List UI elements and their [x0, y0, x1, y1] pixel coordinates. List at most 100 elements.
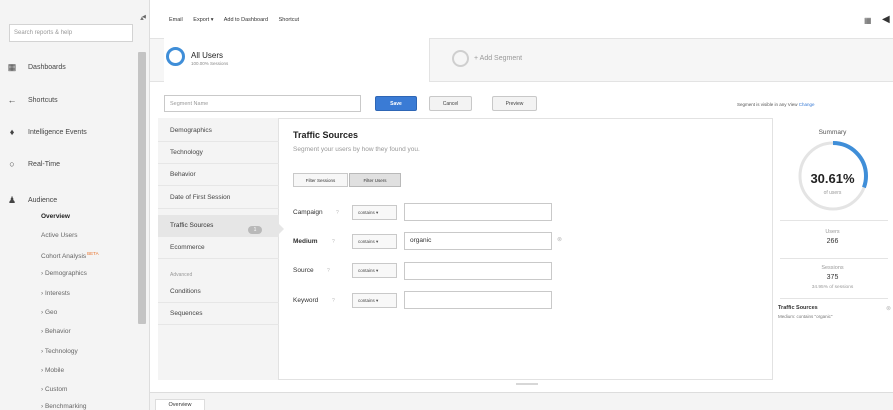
segment-title: All Users: [191, 51, 224, 60]
operator-value: contains: [358, 298, 375, 303]
sidebar-subitem-mobile[interactable]: › Mobile: [41, 367, 64, 374]
campaign-label: Campaign: [293, 209, 323, 216]
sidebar-subitem-demographics[interactable]: › Demographics: [41, 270, 87, 277]
sidebar-item-dashboards[interactable]: ▦ Dashboards: [6, 60, 66, 74]
cancel-button[interactable]: Cancel: [429, 96, 472, 111]
add-to-dashboard-link[interactable]: Add to Dashboard: [224, 17, 268, 23]
divider: [780, 298, 888, 299]
search-input[interactable]: Search reports & help: [9, 24, 133, 42]
beta-badge: BETA: [87, 251, 99, 256]
condition-count-badge: 1: [248, 226, 262, 234]
divider: [780, 220, 888, 221]
segment-subtitle: 100.00% Sessions: [191, 61, 229, 66]
view-grid-icon[interactable]: ▦: [864, 16, 872, 25]
sidebar-subitem-cohort-analysis[interactable]: Cohort AnalysisBETA: [41, 251, 99, 260]
operator-value: contains: [358, 210, 375, 215]
keyword-label: Keyword: [293, 297, 319, 304]
sidebar-subitem-custom[interactable]: › Custom: [41, 386, 67, 393]
save-button[interactable]: Save: [375, 96, 417, 111]
summary-of-label: of users: [823, 190, 842, 196]
add-segment-button[interactable]: + Add Segment: [474, 55, 522, 62]
medium-operator-select[interactable]: contains ▾: [352, 234, 397, 249]
divider: [780, 258, 888, 259]
edit-condition-icon[interactable]: ⊗: [886, 305, 891, 312]
sidebar-subitem-benchmarking[interactable]: › Benchmarking: [41, 403, 87, 410]
sidebar-subitem-overview[interactable]: Overview: [41, 213, 70, 220]
filter-users-tab[interactable]: Filter Users: [349, 173, 401, 187]
summary-condition-desc: Medium: contains "organic": [778, 314, 833, 319]
summary-condition-title: Traffic Sources: [778, 305, 818, 311]
grid-icon: ▦: [7, 61, 17, 72]
source-label: Source: [293, 267, 314, 274]
tab-overview[interactable]: Overview: [155, 399, 205, 410]
analytics-app: Search reports & help ▲ ▦ Dashboards ← S…: [0, 0, 893, 410]
sessions-label: Sessions: [821, 265, 844, 271]
sidebar-subitem-technology[interactable]: › Technology: [41, 348, 78, 355]
section-subtitle: Segment your users by how they found you…: [293, 146, 420, 153]
users-label: Users: [825, 229, 840, 235]
export-link[interactable]: Export ▾: [193, 17, 213, 23]
source-operator-select[interactable]: contains ▾: [352, 263, 397, 278]
segment-ring-icon: [166, 47, 185, 66]
sidebar-subitem-label: Cohort Analysis: [41, 253, 87, 261]
operator-value: contains: [358, 239, 375, 244]
category-technology[interactable]: Technology: [158, 142, 279, 164]
sessions-value: 375: [826, 274, 839, 281]
users-value: 266: [826, 238, 839, 245]
shortcut-link[interactable]: Shortcut: [279, 17, 299, 23]
summary-percent: 30.61%: [810, 171, 855, 186]
change-link[interactable]: Change: [799, 102, 815, 107]
campaign-input[interactable]: [404, 203, 552, 221]
add-segment-ring-icon[interactable]: [452, 50, 469, 67]
filter-sessions-tab[interactable]: Filter Sessions: [293, 173, 348, 187]
category-sequences[interactable]: Sequences: [158, 303, 279, 325]
sidebar-item-shortcuts[interactable]: ← Shortcuts: [6, 93, 58, 107]
source-input[interactable]: [404, 262, 552, 280]
campaign-operator-select[interactable]: contains ▾: [352, 205, 397, 220]
clock-icon: ○: [9, 159, 15, 169]
sidebar-subitem-behavior[interactable]: › Behavior: [41, 328, 71, 335]
active-category-pointer: [277, 222, 284, 236]
share-icon[interactable]: ◀: [882, 14, 890, 25]
sidebar-subitem-active-users[interactable]: Active Users: [41, 232, 77, 239]
operator-value: contains: [358, 268, 375, 273]
keyword-operator-select[interactable]: contains ▾: [352, 293, 397, 308]
resize-handle[interactable]: [516, 383, 538, 385]
category-traffic-sources[interactable]: Traffic Sources: [158, 215, 279, 237]
help-icon[interactable]: ?: [327, 268, 330, 274]
preview-button[interactable]: Preview: [492, 96, 537, 111]
category-ecommerce[interactable]: Ecommerce: [158, 237, 279, 259]
sidebar-item-label: Real-Time: [28, 160, 61, 168]
keyword-input[interactable]: [404, 291, 552, 309]
sidebar-subitem-geo[interactable]: › Geo: [41, 309, 57, 316]
sessions-percent: 34.95% of sessions: [811, 285, 854, 290]
lightbulb-icon: ♦: [9, 127, 15, 137]
category-date-of-first-session[interactable]: Date of First Session: [158, 187, 279, 209]
category-behavior[interactable]: Behavior: [158, 164, 279, 186]
sidebar-item-label: Intelligence Events: [28, 128, 87, 136]
help-icon[interactable]: ?: [332, 239, 335, 245]
sidebar-item-label: Dashboards: [28, 63, 66, 71]
help-icon[interactable]: ?: [336, 210, 339, 216]
sidebar-subitem-interests[interactable]: › Interests: [41, 290, 70, 297]
segment-all-users[interactable]: [164, 38, 430, 82]
segment-visibility: Segment is visible in any View Change: [737, 102, 814, 107]
report-toolbar: Email Export ▾ Add to Dashboard Shortcut: [150, 0, 893, 38]
sidebar-item-audience[interactable]: ♟ Audience: [6, 193, 57, 207]
remove-condition-icon[interactable]: ⊗: [557, 236, 562, 243]
advanced-label: Advanced: [170, 272, 193, 278]
collapse-icon[interactable]: ◀: [142, 14, 146, 20]
sidebar-item-real-time[interactable]: ○ Real-Time: [6, 157, 60, 171]
sidebar-scrollbar[interactable]: [138, 52, 146, 324]
toolbar-links: Email Export ▾ Add to Dashboard Shortcut: [169, 17, 308, 23]
category-demographics[interactable]: Demographics: [158, 120, 279, 142]
medium-label: Medium: [293, 238, 318, 245]
help-icon[interactable]: ?: [332, 298, 335, 304]
sidebar-item-intelligence-events[interactable]: ♦ Intelligence Events: [6, 125, 87, 139]
email-link[interactable]: Email: [169, 17, 183, 23]
category-conditions[interactable]: Conditions: [158, 281, 279, 303]
medium-input[interactable]: organic: [404, 232, 552, 250]
visibility-text: Segment is visible in any View: [737, 102, 798, 107]
summary-title: Summary: [818, 129, 847, 136]
segment-name-input[interactable]: Segment Name: [164, 95, 361, 112]
